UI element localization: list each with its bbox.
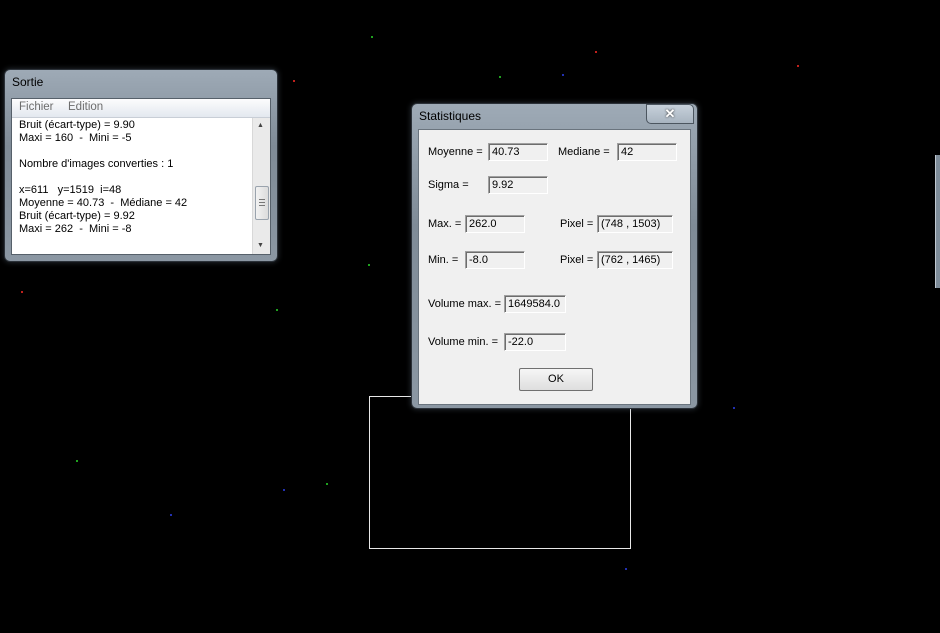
min-field[interactable]: -8.0 [465, 251, 525, 269]
grip-line [259, 205, 265, 206]
star-green [76, 460, 78, 462]
output-line: Nombre d'images converties : 1 [19, 158, 174, 170]
volume-min-label: Volume min. = [428, 336, 499, 348]
star-blue [283, 489, 285, 491]
star-green [368, 264, 370, 266]
grip-line [259, 199, 265, 200]
volume-max-label: Volume max. = [428, 298, 502, 310]
volume-min-field[interactable]: -22.0 [504, 333, 566, 351]
star-red [293, 80, 295, 82]
sigma-field[interactable]: 9.92 [488, 176, 548, 194]
scrollbar-thumb[interactable] [255, 186, 269, 220]
star-red [595, 51, 597, 53]
star-green [276, 309, 278, 311]
max-label: Max. = [428, 218, 462, 230]
moyenne-label: Moyenne = [428, 146, 483, 158]
offscreen-window-edge[interactable] [935, 155, 940, 288]
max-field[interactable]: 262.0 [465, 215, 525, 233]
menu-edition[interactable]: Edition [68, 101, 103, 113]
star-green [499, 76, 501, 78]
mediane-label: Mediane = [558, 146, 610, 158]
star-blue [562, 74, 564, 76]
output-line: Bruit (écart-type) = 9.92 [19, 210, 135, 222]
window-title: Statistiques [419, 109, 482, 123]
menu-bar: Fichier Edition [12, 99, 270, 118]
star-blue [625, 568, 627, 570]
star-green [326, 483, 328, 485]
menu-fichier[interactable]: Fichier [19, 101, 54, 113]
output-line: x=611 y=1519 i=48 [19, 184, 122, 196]
output-text-area[interactable]: Bruit (écart-type) = 9.90 Maxi = 160 - M… [12, 118, 252, 254]
sigma-label: Sigma = [428, 179, 469, 191]
ok-button[interactable]: OK [519, 368, 593, 391]
stats-client-area: Moyenne = 40.73 Mediane = 42 Sigma = 9.9… [418, 129, 691, 405]
min-pixel-label: Pixel = [560, 254, 594, 266]
vertical-scrollbar[interactable]: ▲ ▼ [252, 118, 270, 254]
star-green [371, 36, 373, 38]
sortie-client-area: Fichier Edition Bruit (écart-type) = 9.9… [11, 98, 271, 255]
selection-rectangle[interactable] [369, 396, 631, 549]
scroll-down-arrow-icon[interactable]: ▼ [257, 242, 264, 249]
star-red [21, 291, 23, 293]
output-line: Moyenne = 40.73 - Médiane = 42 [19, 197, 188, 209]
close-icon: ✕ [664, 106, 676, 121]
grip-line [259, 202, 265, 203]
output-line: Bruit (écart-type) = 9.90 [19, 119, 135, 131]
close-button[interactable]: ✕ [646, 104, 694, 124]
max-pixel-label: Pixel = [560, 218, 594, 230]
max-pixel-field[interactable]: (748 , 1503) [597, 215, 673, 233]
star-red [797, 65, 799, 67]
output-line: Maxi = 160 - Mini = -5 [19, 132, 132, 144]
statistiques-dialog: Statistiques ✕ Moyenne = 40.73 Mediane =… [411, 103, 698, 409]
moyenne-field[interactable]: 40.73 [488, 143, 548, 161]
volume-max-field[interactable]: 1649584.0 [504, 295, 566, 313]
star-blue [170, 514, 172, 516]
min-pixel-field[interactable]: (762 , 1465) [597, 251, 673, 269]
mediane-field[interactable]: 42 [617, 143, 677, 161]
scroll-up-arrow-icon[interactable]: ▲ [257, 122, 264, 129]
window-title: Sortie [12, 75, 44, 89]
star-blue [733, 407, 735, 409]
output-line: Maxi = 262 - Mini = -8 [19, 223, 132, 235]
min-label: Min. = [428, 254, 459, 266]
sortie-window: Sortie Fichier Edition Bruit (écart-type… [4, 69, 278, 262]
